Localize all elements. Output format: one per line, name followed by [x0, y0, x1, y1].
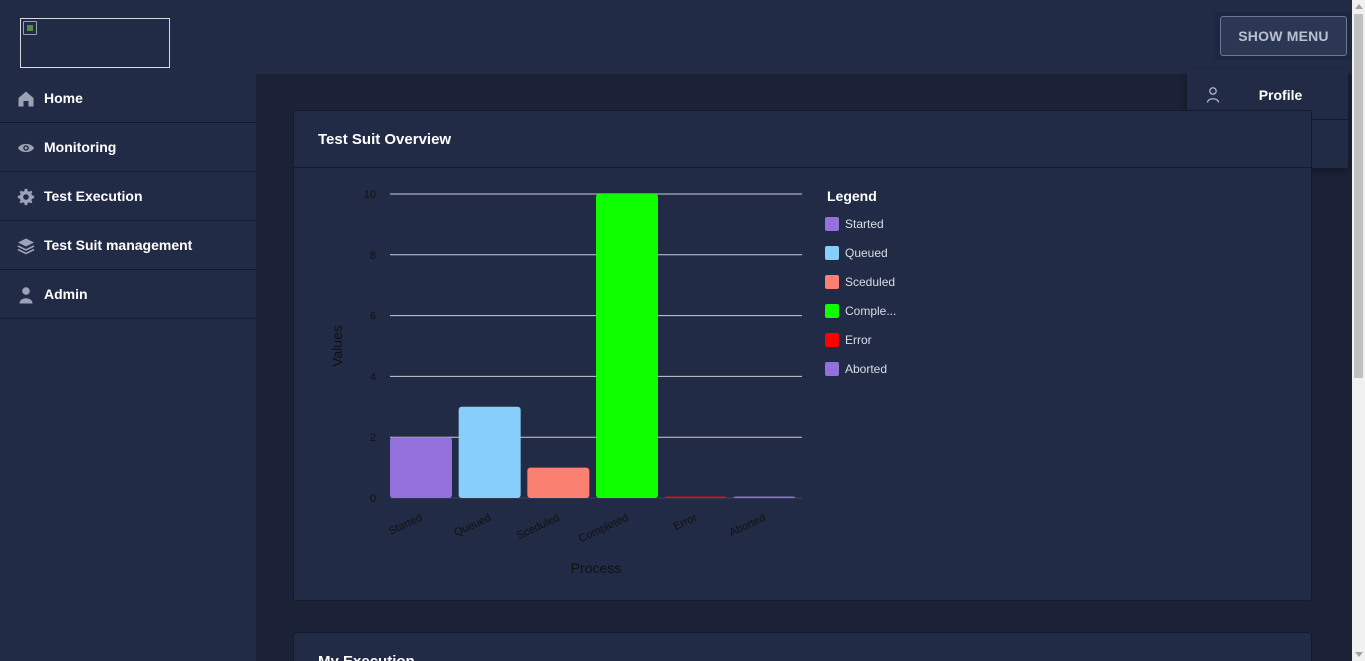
legend-swatch	[825, 304, 839, 318]
logo-image[interactable]	[20, 18, 170, 68]
page-scrollbar[interactable]	[1352, 0, 1365, 661]
sidebar-item-label: Admin	[44, 286, 88, 302]
person-icon	[19, 287, 33, 304]
chart-bar	[458, 406, 521, 498]
legend-label: Sceduled	[845, 275, 895, 289]
legend-label: Aborted	[845, 362, 887, 376]
sidebar-item-test-suit-management[interactable]: Test Suit management	[0, 221, 256, 270]
sidebar-item-label: Monitoring	[44, 139, 117, 155]
scrollbar-thumb[interactable]	[1354, 14, 1363, 378]
legend-swatch	[825, 246, 839, 260]
eye-icon	[18, 143, 34, 153]
x-tick-label: Aborted	[728, 512, 768, 539]
legend-title: Legend	[827, 188, 877, 204]
x-tick-label: Started	[387, 512, 424, 538]
x-tick-label: Sceduled	[515, 512, 562, 542]
y-tick-label: 10	[364, 189, 376, 201]
x-tick-label: Queued	[452, 512, 493, 539]
my-execution-card: My Execution	[293, 632, 1312, 661]
y-tick-label: 2	[370, 432, 376, 444]
y-tick-label: 6	[370, 311, 376, 323]
chart-bar	[527, 467, 590, 498]
sidebar-item-label: Test Execution	[44, 188, 143, 204]
x-tick-label: Completed	[577, 512, 630, 545]
sidebar-item-home[interactable]: Home	[0, 74, 256, 123]
scroll-up-arrow-icon[interactable]	[1355, 4, 1363, 9]
chart-bar	[664, 496, 727, 498]
legend-swatch	[825, 275, 839, 289]
legend-swatch	[825, 217, 839, 231]
y-axis-label: Values	[329, 325, 345, 367]
sidebar: Home Monitoring Test Execution Test Suit…	[0, 74, 256, 661]
sidebar-item-monitoring[interactable]: Monitoring	[0, 123, 256, 172]
broken-image-icon	[23, 21, 37, 35]
legend-label: Queued	[845, 246, 888, 260]
y-tick-label: 8	[370, 250, 376, 262]
chart-bar	[390, 437, 452, 498]
sidebar-item-label: Home	[44, 90, 83, 106]
home-icon	[18, 91, 34, 107]
card-title: My Execution	[294, 633, 1311, 661]
sidebar-item-test-execution[interactable]: Test Execution	[0, 172, 256, 221]
bar-chart: 0 2 4 6 8 10 Started Queued Sceduled Completed Err…	[329, 185, 906, 576]
legend-label: Started	[845, 217, 884, 231]
gear-icon	[17, 188, 35, 206]
layers-icon	[17, 238, 35, 255]
scroll-down-arrow-icon[interactable]	[1355, 652, 1363, 657]
y-tick-label: 4	[370, 371, 376, 383]
legend-label: Error	[845, 333, 872, 347]
user-icon	[1206, 87, 1220, 103]
x-tick-label: Error	[672, 512, 700, 533]
sidebar-item-label: Test Suit management	[44, 237, 193, 253]
top-bar	[0, 0, 1352, 74]
chart-bar	[733, 496, 796, 498]
legend-swatch	[825, 333, 839, 347]
chart-bar	[596, 194, 658, 498]
sidebar-item-admin[interactable]: Admin	[0, 270, 256, 319]
show-menu-button[interactable]: SHOW MENU	[1220, 16, 1347, 56]
show-menu-container: SHOW MENU	[1214, 12, 1352, 60]
legend-label: Comple...	[845, 304, 896, 318]
x-axis-label: Process	[571, 560, 622, 576]
y-tick-label: 0	[370, 493, 376, 505]
legend-swatch	[825, 362, 839, 376]
